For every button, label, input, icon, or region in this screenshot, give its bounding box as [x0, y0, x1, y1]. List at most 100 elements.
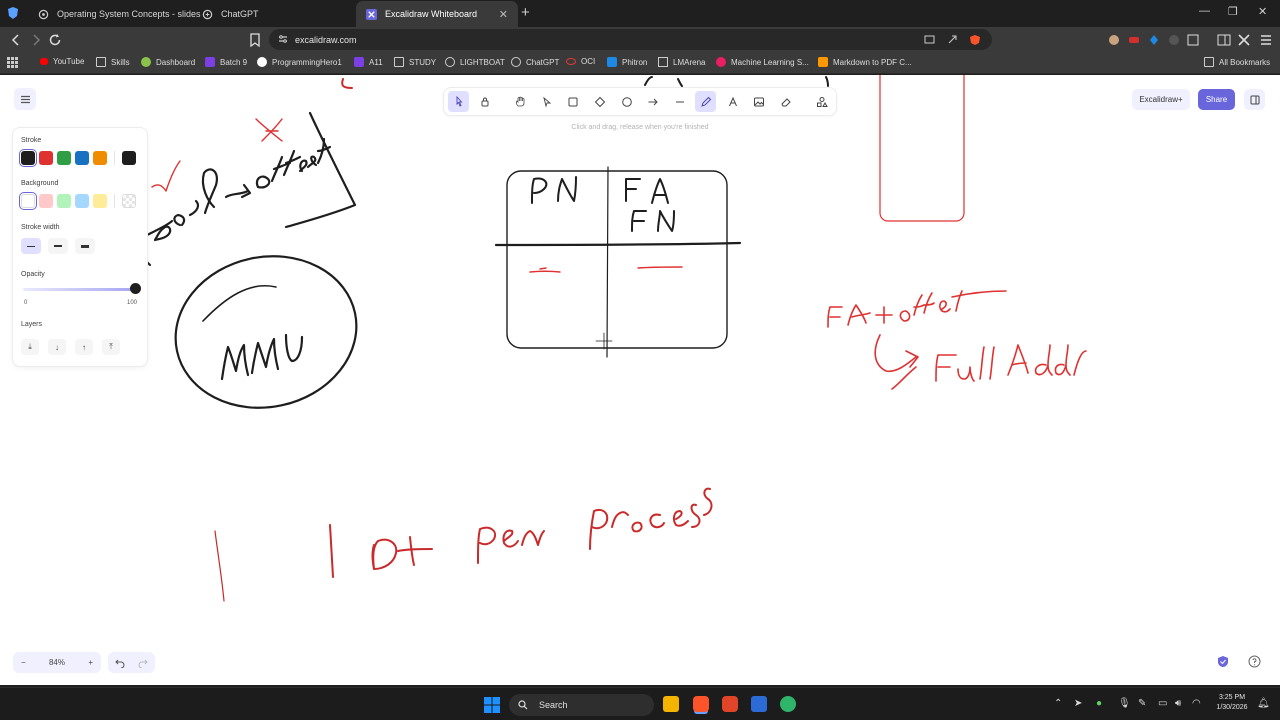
bring-to-front-button[interactable]: ⤒	[102, 339, 120, 355]
tool-arrow[interactable]	[642, 91, 663, 112]
volume-icon[interactable]: 🔊︎	[1175, 698, 1181, 709]
drawing-layer[interactable]	[0, 75, 1280, 685]
stroke-width-bold[interactable]	[48, 238, 68, 254]
extensions-icon[interactable]	[1185, 32, 1201, 48]
opacity-slider-knob[interactable]	[129, 283, 141, 294]
browser-menu-icon[interactable]	[1258, 32, 1274, 48]
tool-ellipse[interactable]	[616, 91, 637, 112]
file-explorer-icon[interactable]	[663, 696, 679, 712]
bookmark-study[interactable]: STUDY	[394, 57, 436, 67]
tool-selection[interactable]	[536, 91, 557, 112]
stroke-width-extra-bold[interactable]	[75, 238, 95, 254]
stroke-color-red[interactable]	[39, 151, 53, 165]
telegram-tray-icon[interactable]: ➤	[1074, 698, 1082, 709]
bookmark-skills[interactable]: Skills	[96, 57, 130, 67]
stroke-color-blue[interactable]	[75, 151, 89, 165]
bookmark-markdown-pdf[interactable]: Markdown to PDF C...	[818, 57, 912, 67]
address-bar[interactable]: excalidraw.com	[269, 29, 992, 50]
taskbar-search[interactable]: Search	[509, 694, 654, 716]
extension-blue-icon[interactable]	[1146, 32, 1162, 48]
background-color-yellow[interactable]	[93, 194, 107, 208]
tool-draw[interactable]	[695, 91, 716, 112]
excalidraw-canvas[interactable]: Click and drag, release when you're fini…	[0, 75, 1280, 685]
tab-chatgpt[interactable]: ChatGPT	[192, 1, 354, 27]
all-bookmarks[interactable]: All Bookmarks	[1204, 57, 1270, 67]
tab-excalidraw[interactable]: Excalidraw Whiteboard ✕	[356, 1, 518, 27]
bookmark-machine-learning[interactable]: Machine Learning S...	[716, 57, 809, 67]
wallet-icon[interactable]	[1236, 32, 1252, 48]
bookmark-a11[interactable]: A11	[354, 57, 383, 67]
taskbar-clock[interactable]: 3:25 PM 1/30/2026	[1210, 693, 1254, 713]
opacity-slider[interactable]	[23, 288, 135, 291]
stroke-color-orange[interactable]	[93, 151, 107, 165]
share-page-icon[interactable]	[947, 34, 958, 45]
restore-icon[interactable]: ❐	[1228, 5, 1238, 18]
bring-forward-button[interactable]: ↑	[75, 339, 93, 355]
brave-shield-icon[interactable]	[969, 34, 981, 46]
zoom-in-button[interactable]: +	[88, 658, 93, 667]
cast-icon[interactable]	[924, 34, 935, 45]
zoom-out-button[interactable]: −	[21, 658, 26, 667]
tool-eraser[interactable]	[775, 91, 796, 112]
share-button[interactable]: Share	[1198, 89, 1235, 110]
undo-icon[interactable]	[115, 658, 125, 668]
stroke-current-color[interactable]	[122, 151, 136, 165]
bookmark-chatgpt[interactable]: ChatGPT	[511, 57, 559, 67]
send-backward-button[interactable]: ↓	[48, 339, 66, 355]
brave-menu-icon[interactable]	[6, 6, 20, 20]
send-to-back-button[interactable]: ⤓	[21, 339, 39, 355]
redo-icon[interactable]	[138, 658, 148, 668]
bookmark-batch9[interactable]: Batch 9	[205, 57, 247, 67]
bookmark-youtube[interactable]: YouTube	[40, 57, 84, 66]
apps-grid-icon[interactable]	[7, 57, 18, 68]
shield-check-icon[interactable]	[1217, 655, 1229, 668]
help-icon[interactable]	[1248, 655, 1261, 668]
forward-icon[interactable]	[28, 32, 44, 48]
background-color-green[interactable]	[57, 194, 71, 208]
back-icon[interactable]	[8, 32, 24, 48]
notification-bell-icon[interactable]: 🔔︎	[1257, 698, 1270, 709]
pen-tray-icon[interactable]: ✎	[1138, 698, 1146, 709]
excalidraw-plus-button[interactable]: Excalidraw+	[1132, 89, 1190, 110]
tool-hand[interactable]	[509, 91, 530, 112]
app-green-taskbar-icon[interactable]	[780, 696, 796, 712]
tool-image[interactable]	[748, 91, 769, 112]
close-window-icon[interactable]: ✕	[1258, 5, 1267, 18]
display-tray-icon[interactable]: ▭	[1158, 698, 1167, 709]
bookmark-oci[interactable]: OCI	[566, 57, 595, 66]
bookmark-lmarena[interactable]: LMArena	[658, 57, 705, 67]
tool-rectangle[interactable]	[562, 91, 583, 112]
tool-lock[interactable]	[448, 91, 469, 112]
microphone-icon[interactable]: 🎙︎	[1118, 698, 1131, 709]
tray-overflow-icon[interactable]: ⌃	[1054, 698, 1062, 709]
minimize-icon[interactable]: —	[1199, 5, 1210, 17]
library-button[interactable]	[1244, 89, 1265, 110]
extension-avatar-icon[interactable]	[1106, 32, 1122, 48]
wifi-icon[interactable]: ◠	[1192, 698, 1201, 709]
site-info-icon[interactable]	[278, 34, 288, 44]
close-tab-icon[interactable]: ✕	[499, 8, 508, 21]
background-color-pink[interactable]	[39, 194, 53, 208]
tool-line[interactable]	[669, 91, 690, 112]
main-menu-button[interactable]	[14, 88, 36, 110]
zoom-level[interactable]: 84%	[49, 658, 65, 667]
bookmark-phitron[interactable]: Phitron	[607, 57, 647, 67]
stroke-width-thin[interactable]	[21, 238, 41, 254]
bookmark-programminghero[interactable]: ProgrammingHero1	[257, 57, 342, 67]
sidebar-icon[interactable]	[1216, 32, 1232, 48]
tab-os-concepts[interactable]: Operating System Concepts - slides	[28, 1, 201, 27]
extension-puzzle-icon[interactable]	[1166, 32, 1182, 48]
app-tray-icon[interactable]: ●	[1096, 698, 1102, 709]
brave-taskbar-icon[interactable]	[693, 696, 709, 712]
windows-start-icon[interactable]	[484, 697, 500, 713]
tool-text[interactable]	[722, 91, 743, 112]
reload-icon[interactable]	[47, 32, 63, 48]
code-editor-taskbar-icon[interactable]	[751, 696, 767, 712]
extension-red-icon[interactable]	[1126, 32, 1142, 48]
brave-profile-taskbar-icon[interactable]	[722, 696, 738, 712]
background-color-transparent[interactable]	[21, 194, 35, 208]
tool-diamond[interactable]	[589, 91, 610, 112]
bookmark-icon[interactable]	[247, 32, 263, 48]
tool-keep-selected[interactable]	[474, 91, 495, 112]
background-current-color[interactable]	[122, 194, 136, 208]
